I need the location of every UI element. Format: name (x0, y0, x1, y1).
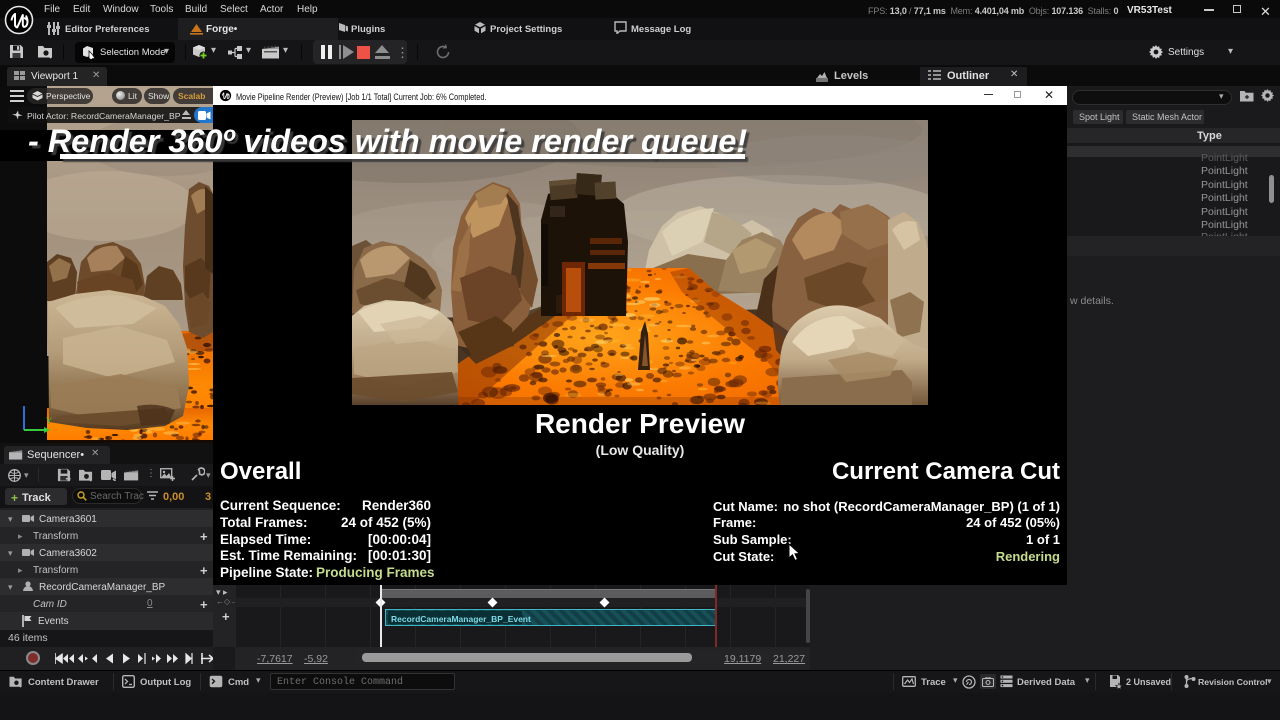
svg-text:Y: Y (46, 416, 52, 426)
